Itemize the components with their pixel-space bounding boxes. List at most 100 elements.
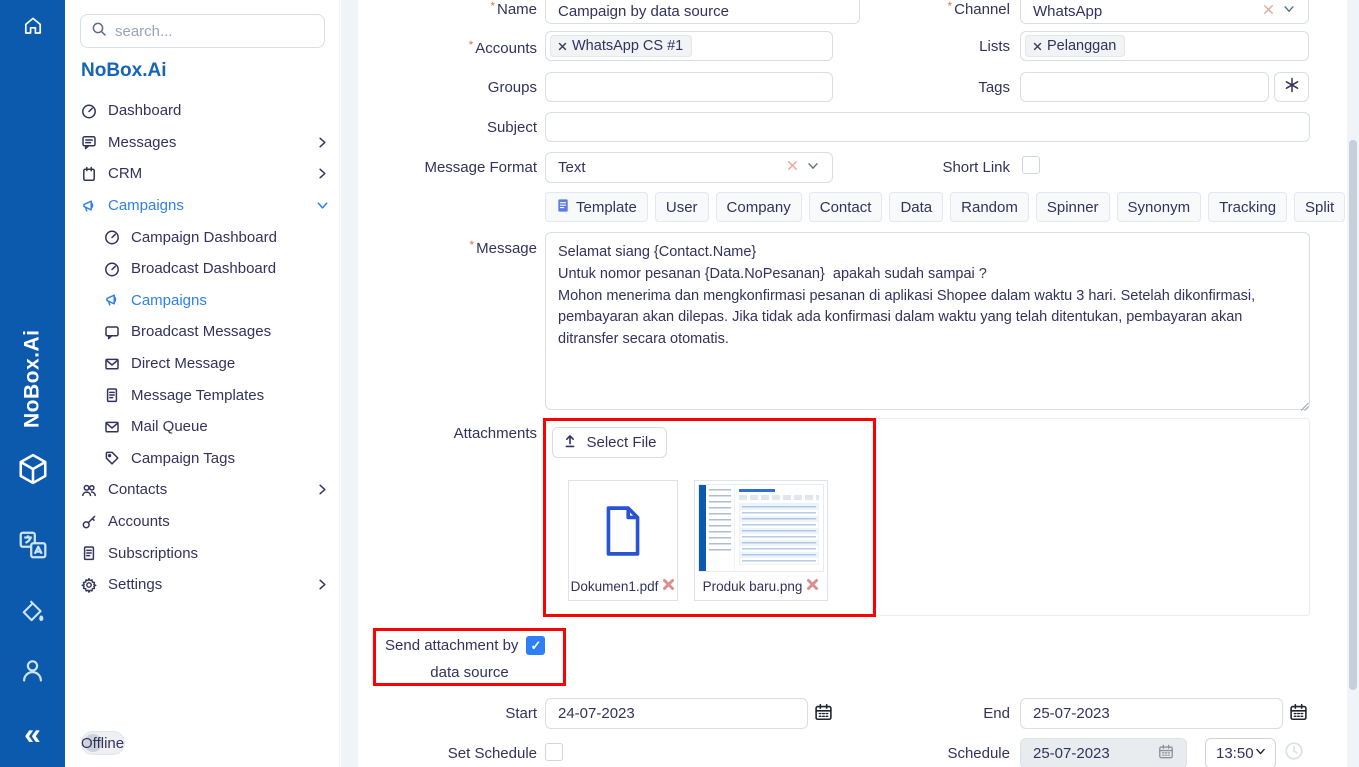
crm-icon	[80, 166, 97, 182]
annotation-box-send-attachment: Send attachment by ✓ data source	[373, 628, 566, 686]
template-doc-icon	[556, 198, 571, 217]
dashboard-icon	[103, 229, 120, 245]
message-textarea[interactable]: Selamat siang {Contact.Name} Untuk nomor…	[545, 232, 1310, 410]
offline-row: Offline	[81, 731, 125, 755]
insert-user-button[interactable]: User	[655, 192, 709, 222]
sidebar-item-direct-message[interactable]: Direct Message	[80, 348, 330, 380]
brand-title: NoBox.Ai	[81, 60, 167, 82]
resize-handle-icon[interactable]	[1300, 398, 1309, 416]
offline-label: Offline	[81, 735, 124, 752]
translate-icon[interactable]	[0, 530, 65, 560]
channel-select[interactable]: WhatsApp	[1020, 0, 1309, 24]
collapse-sidebar-icon[interactable]: «	[0, 722, 65, 748]
chevron-right-icon	[315, 577, 330, 592]
pdf-file-icon	[602, 505, 644, 562]
remove-chip-icon[interactable]	[1032, 41, 1043, 52]
lists-multiselect[interactable]: Pelanggan	[1020, 31, 1309, 61]
delete-attachment-icon[interactable]	[806, 578, 819, 594]
insert-contact-button[interactable]: Contact	[809, 192, 883, 222]
chevron-down-icon	[1254, 745, 1267, 762]
sidebar-item-dashboard[interactable]: Dashboard	[80, 95, 330, 127]
insert-spinner-button[interactable]: Spinner	[1036, 192, 1110, 222]
sidebar-item-campaign-tags[interactable]: Campaign Tags	[80, 443, 330, 475]
sidebar-item-subscriptions[interactable]: Subscriptions	[80, 537, 330, 569]
message-format-select[interactable]: Text	[545, 152, 833, 183]
insert-company-button[interactable]: Company	[716, 192, 802, 222]
sidebar-item-crm[interactable]: CRM	[80, 158, 330, 190]
clock-icon	[1284, 741, 1304, 761]
tags-label: Tags	[890, 79, 1010, 96]
search-box[interactable]	[80, 14, 325, 48]
insert-data-button[interactable]: Data	[889, 192, 943, 222]
tags-wildcard-button[interactable]	[1274, 72, 1309, 102]
sidebar-item-contacts[interactable]: Contacts	[80, 474, 330, 506]
set-schedule-checkbox[interactable]	[545, 743, 563, 761]
user-profile-icon[interactable]	[0, 657, 65, 684]
key-icon	[80, 514, 97, 530]
end-label: End	[890, 705, 1010, 722]
sidebar: NoBox.Ai Dashboard Messages CRM Campaign…	[65, 0, 340, 767]
calendar-icon[interactable]	[814, 703, 833, 722]
attachment-card-pdf[interactable]: Dokumen1.pdf	[568, 480, 678, 601]
tag-icon	[103, 450, 120, 466]
nobox-logo-icon[interactable]	[0, 452, 65, 486]
channel-label: *Channel	[890, 0, 1010, 18]
sidebar-item-broadcast-dashboard[interactable]: Broadcast Dashboard	[80, 253, 330, 285]
megaphone-icon	[80, 198, 97, 214]
chevron-down-icon	[1282, 2, 1296, 20]
search-input[interactable]	[115, 23, 295, 40]
accounts-multiselect[interactable]: WhatsApp CS #1	[545, 31, 833, 61]
theme-paint-icon[interactable]	[0, 598, 65, 626]
attachment-card-image[interactable]: Produk baru.png	[694, 480, 828, 601]
select-file-button[interactable]: Select File	[552, 427, 667, 458]
start-date-input[interactable]: 24-07-2023	[545, 698, 808, 729]
gear-icon	[80, 577, 97, 593]
sidebar-item-mail-queue[interactable]: Mail Queue	[80, 411, 330, 443]
insert-buttons-row: Template User Company Contact Data Rando…	[545, 192, 1345, 222]
attachments-label: Attachments	[367, 425, 537, 442]
short-link-checkbox[interactable]	[1022, 156, 1040, 174]
subject-input[interactable]	[545, 112, 1310, 142]
sidebar-item-message-templates[interactable]: Message Templates	[80, 379, 330, 411]
app-rail: NoBox.Ai «	[0, 0, 65, 767]
chevron-down-icon	[315, 198, 330, 213]
remove-chip-icon[interactable]	[557, 41, 568, 52]
insert-random-button[interactable]: Random	[950, 192, 1029, 222]
insert-template-button[interactable]: Template	[545, 192, 648, 222]
dashboard-icon	[103, 261, 120, 277]
short-link-label: Short Link	[890, 159, 1010, 176]
dashboard-icon	[80, 103, 97, 119]
tags-multiselect[interactable]	[1020, 72, 1269, 102]
groups-multiselect[interactable]	[545, 72, 833, 102]
nav-menu: Dashboard Messages CRM Campaigns Campaig…	[80, 95, 330, 601]
subject-label: Subject	[367, 119, 537, 136]
sidebar-item-campaign-dashboard[interactable]: Campaign Dashboard	[80, 221, 330, 253]
delete-attachment-icon[interactable]	[662, 578, 675, 594]
insert-tracking-button[interactable]: Tracking	[1208, 192, 1287, 222]
chevron-right-icon	[315, 135, 330, 150]
schedule-date-input: 25-07-2023	[1020, 738, 1187, 767]
sidebar-item-messages[interactable]: Messages	[80, 127, 330, 159]
end-date-input[interactable]: 25-07-2023	[1020, 698, 1283, 729]
name-input[interactable]	[545, 0, 860, 24]
calendar-icon[interactable]	[1289, 703, 1308, 722]
sidebar-item-campaigns-sub[interactable]: Campaigns	[80, 285, 330, 317]
insert-synonym-button[interactable]: Synonym	[1117, 192, 1202, 222]
home-icon[interactable]	[0, 16, 65, 36]
message-label: *Message	[367, 238, 537, 257]
sidebar-item-settings[interactable]: Settings	[80, 569, 330, 601]
clear-x-icon[interactable]	[785, 158, 800, 177]
sidebar-item-campaigns[interactable]: Campaigns	[80, 190, 330, 222]
sidebar-item-accounts[interactable]: Accounts	[80, 506, 330, 538]
clear-x-icon[interactable]	[1261, 2, 1276, 21]
page-scrollbar[interactable]	[1347, 0, 1359, 767]
account-chip: WhatsApp CS #1	[550, 35, 692, 57]
required-marker: *	[490, 0, 495, 13]
required-marker: *	[469, 38, 474, 52]
send-attachment-checkbox[interactable]: ✓	[526, 636, 545, 655]
scrollbar-thumb[interactable]	[1349, 140, 1357, 690]
sidebar-item-broadcast-messages[interactable]: Broadcast Messages	[80, 316, 330, 348]
schedule-time-select[interactable]: 13:50	[1205, 738, 1276, 767]
megaphone-icon	[103, 292, 120, 308]
insert-split-button[interactable]: Split	[1294, 192, 1345, 222]
